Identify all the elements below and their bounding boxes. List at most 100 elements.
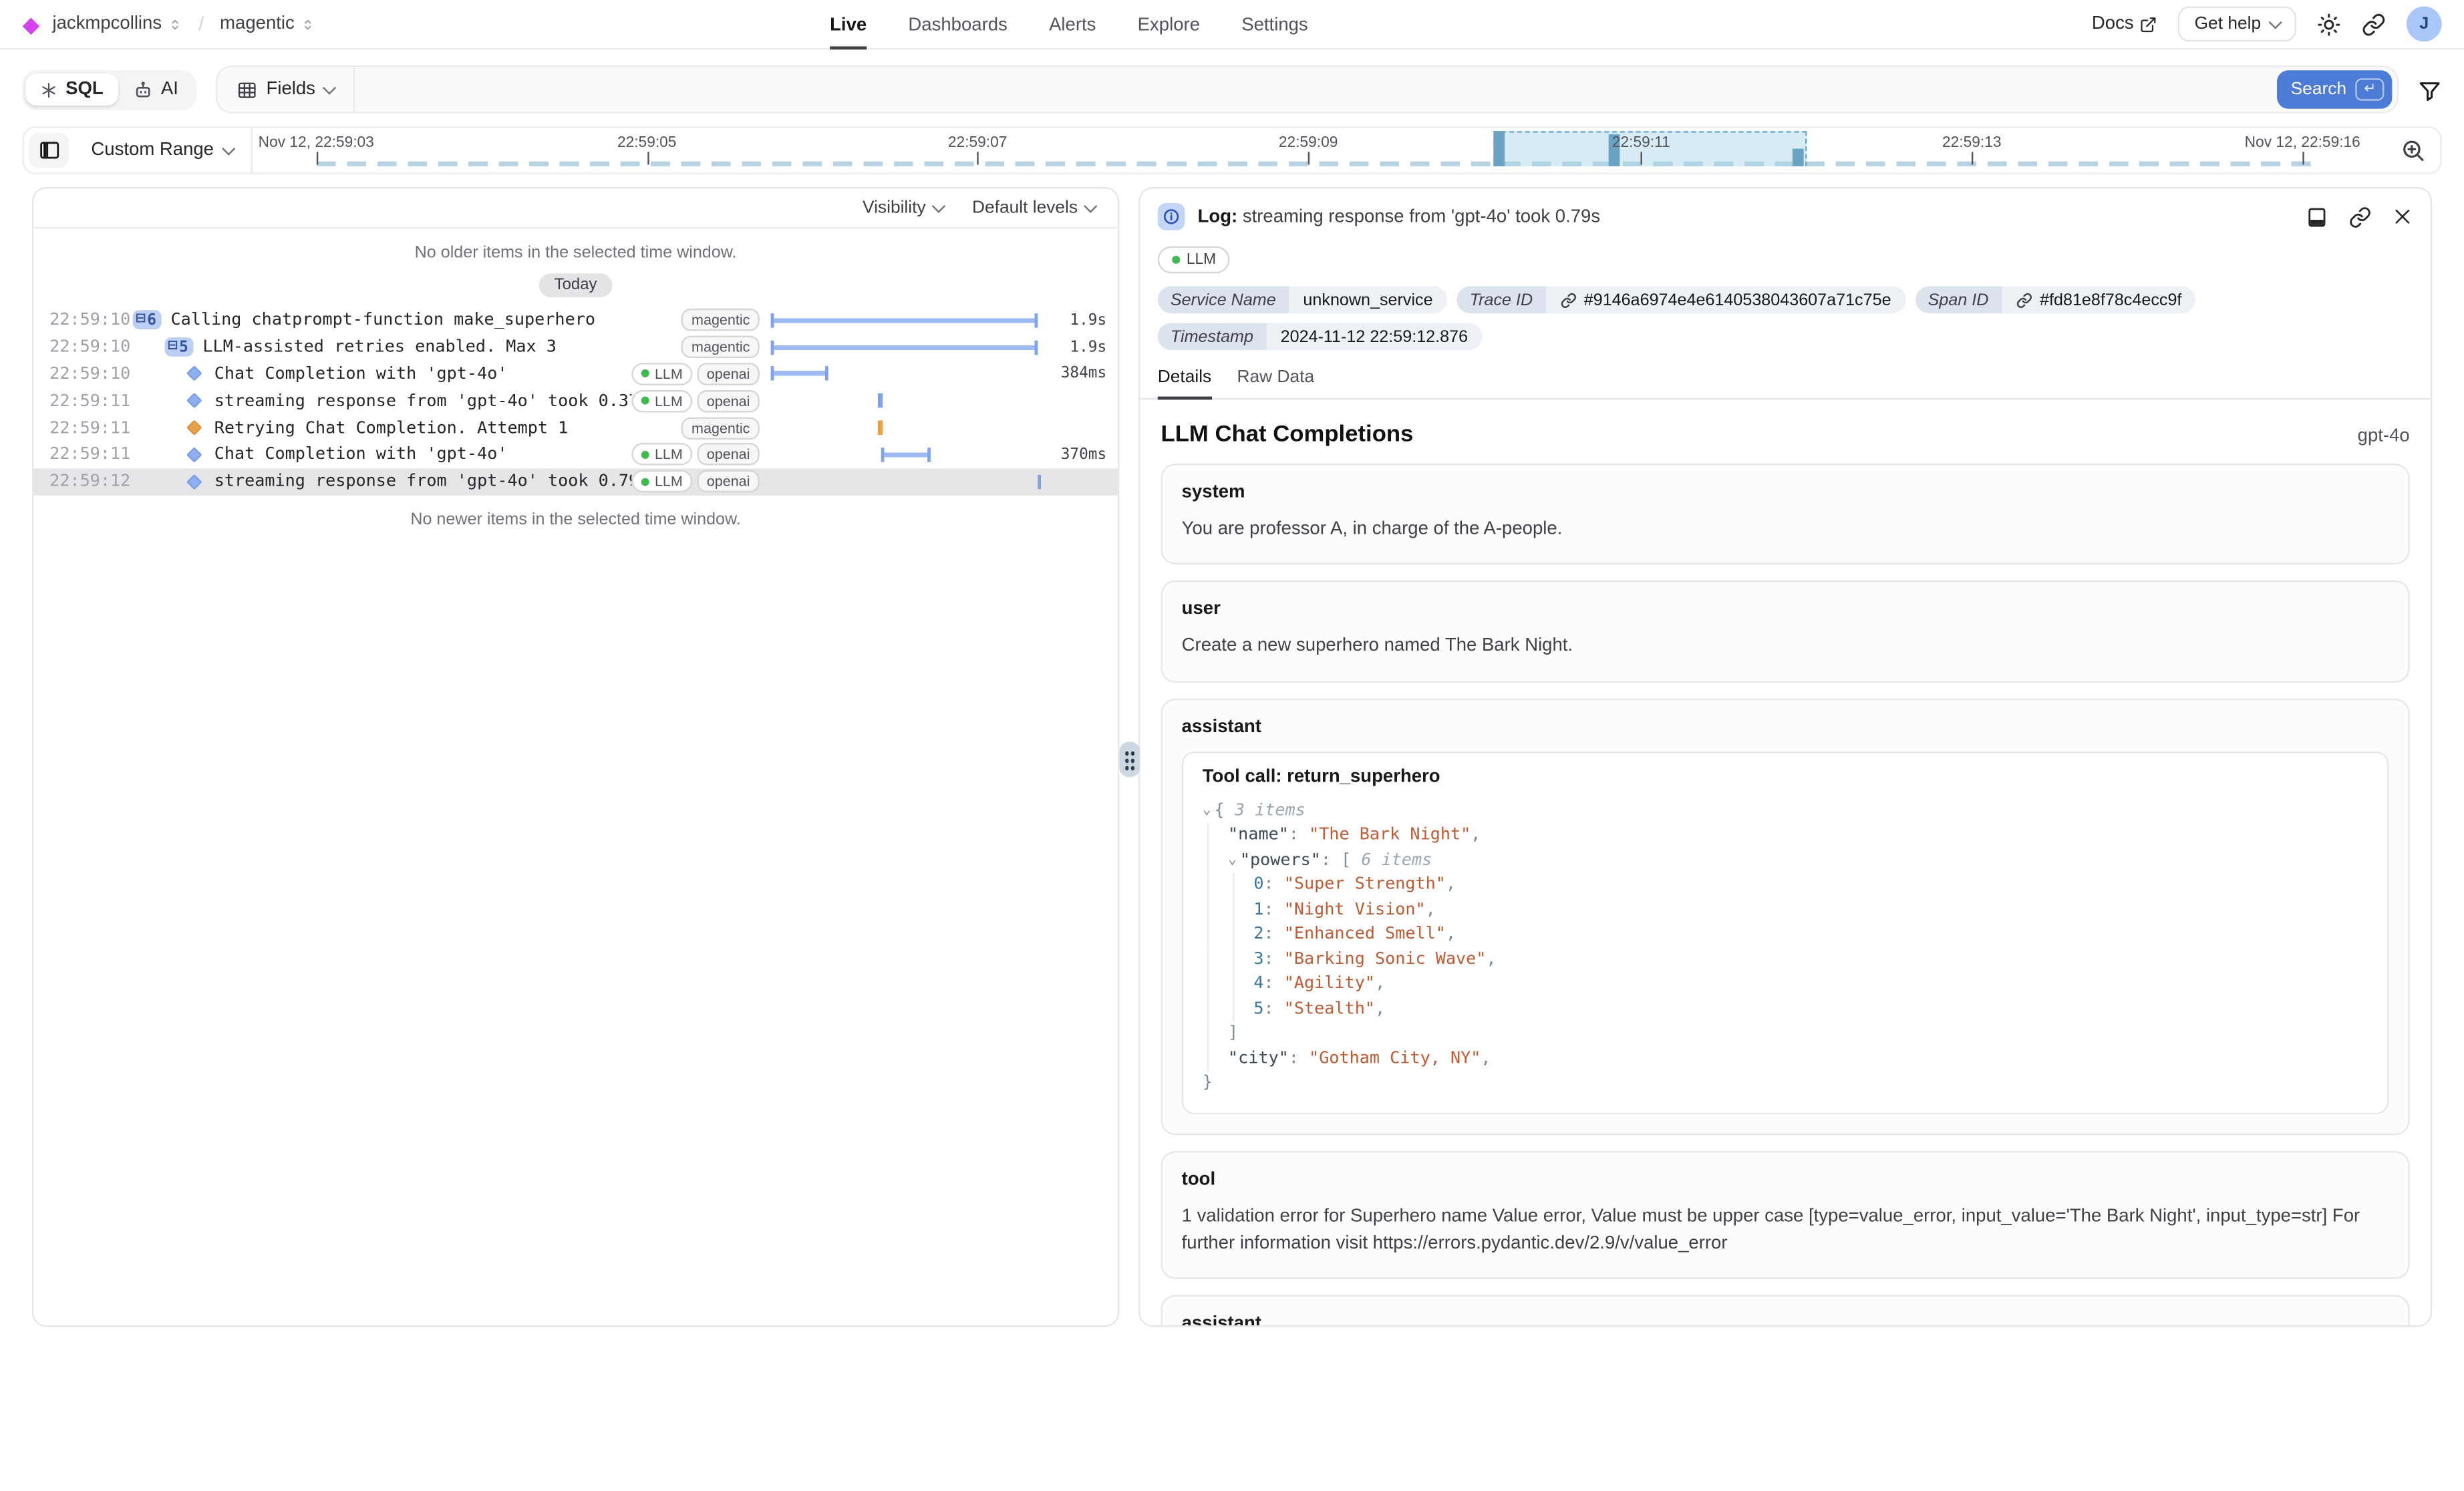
detail-title: Log: streaming response from 'gpt-4o' to… bbox=[1198, 207, 1601, 226]
message-card-system: system You are professor A, in charge of… bbox=[1161, 464, 2410, 564]
collapse-caret-icon[interactable]: ⌄ bbox=[1203, 798, 1211, 823]
log-row[interactable]: 22:59:12 streaming response from 'gpt-4o… bbox=[33, 468, 1118, 495]
log-badges: LLMopenai bbox=[632, 389, 759, 412]
detail-header: Log: streaming response from 'gpt-4o' to… bbox=[1140, 188, 2430, 238]
detail-tabs: Details Raw Data bbox=[1140, 367, 2430, 399]
collapse-group-badge[interactable]: ⊟5 bbox=[165, 337, 194, 357]
nav-tab-explore[interactable]: Explore bbox=[1138, 0, 1200, 49]
detail-title-prefix: Log: bbox=[1198, 207, 1238, 226]
log-message: Chat Completion with 'gpt-4o' bbox=[214, 445, 508, 464]
theme-toggle-button[interactable] bbox=[2317, 12, 2341, 36]
indent-guide bbox=[1207, 1046, 1228, 1071]
log-row[interactable]: 22:59:10 ⊟5 LLM-assisted retries enabled… bbox=[33, 334, 1118, 361]
field-label: Span ID bbox=[1915, 286, 2001, 313]
message-text: 1 validation error for Superhero name Va… bbox=[1182, 1203, 2389, 1259]
green-dot-icon bbox=[642, 397, 650, 405]
attribute-badge: magentic bbox=[682, 336, 760, 359]
log-row[interactable]: 22:59:10 Chat Completion with 'gpt-4o' L… bbox=[33, 361, 1118, 387]
log-row[interactable]: 22:59:11 Retrying Chat Completion. Attem… bbox=[33, 414, 1118, 441]
log-row[interactable]: 22:59:10 ⊟6 Calling chatprompt-function … bbox=[33, 307, 1118, 334]
default-levels-label: Default levels bbox=[972, 198, 1078, 218]
span-duration: 1.9s bbox=[1046, 339, 1106, 356]
copy-link-button[interactable] bbox=[2349, 206, 2372, 228]
indent-guide bbox=[1207, 873, 1228, 898]
json-tree: ⌄{ 3 items"name": "The Bark Night",⌄"pow… bbox=[1203, 798, 2368, 1096]
timeline-histogram-bar bbox=[1494, 131, 1505, 166]
funnel-icon bbox=[2418, 77, 2442, 102]
breadcrumb: ◆ jackmpcollins / magentic bbox=[23, 13, 315, 35]
indent-guide bbox=[1233, 873, 1253, 898]
log-row[interactable]: 22:59:11 Chat Completion with 'gpt-4o' L… bbox=[33, 442, 1118, 468]
message-role: tool bbox=[1182, 1170, 2389, 1189]
json-line: ⌄"powers": [ 6 items bbox=[1203, 848, 2368, 873]
json-line: ⌄{ 3 items bbox=[1203, 798, 2368, 823]
field-label: Trace ID bbox=[1457, 286, 1546, 313]
close-panel-button[interactable] bbox=[2392, 206, 2413, 227]
log-row[interactable]: 22:59:11 streaming response from 'gpt-4o… bbox=[33, 387, 1118, 414]
sql-mode-button[interactable]: SQL bbox=[25, 73, 118, 106]
message-card-assistant: assistant Tool call: return_superhero ⌄{… bbox=[1161, 698, 2410, 1134]
get-help-label: Get help bbox=[2195, 15, 2262, 34]
collapse-caret-icon[interactable]: ⌄ bbox=[1228, 848, 1237, 873]
time-range-label: Custom Range bbox=[91, 141, 214, 160]
updown-icon bbox=[168, 15, 183, 33]
query-shell: Fields Search ↵ bbox=[215, 65, 2399, 114]
field-value: #fd81e8f78c4ecc9f bbox=[2002, 286, 2196, 313]
get-help-button[interactable]: Get help bbox=[2179, 7, 2296, 42]
field-pill-service-name[interactable]: Service Name unknown_service bbox=[1158, 286, 1447, 313]
nav-tab-settings[interactable]: Settings bbox=[1241, 0, 1307, 49]
field-pill-trace-id[interactable]: Trace ID #9146a6974e4e6140538043607a71c7… bbox=[1457, 286, 1906, 313]
span-instant-tick bbox=[1038, 474, 1042, 489]
ai-mode-button[interactable]: AI bbox=[118, 73, 192, 106]
zoom-in-button[interactable] bbox=[2386, 128, 2440, 172]
message-text: Create a new superhero named The Bark Ni… bbox=[1182, 633, 2389, 661]
panel-resize-handle[interactable] bbox=[1119, 741, 1140, 777]
detail-tab-raw-data[interactable]: Raw Data bbox=[1237, 367, 1315, 399]
org-selector[interactable]: jackmpcollins bbox=[52, 15, 182, 34]
message-role: assistant bbox=[1182, 1314, 2389, 1325]
link-icon bbox=[2349, 206, 2372, 228]
fields-button[interactable]: Fields bbox=[216, 67, 355, 112]
share-link-button[interactable] bbox=[2362, 12, 2386, 36]
docs-link[interactable]: Docs bbox=[2092, 15, 2158, 34]
llm-badge: LLM bbox=[1158, 246, 1231, 274]
indent-guide bbox=[1233, 997, 1253, 1021]
query-input[interactable] bbox=[355, 67, 2276, 112]
chevron-down-icon bbox=[2269, 15, 2282, 28]
json-line: 1: "Night Vision", bbox=[1203, 898, 2368, 923]
green-dot-icon bbox=[642, 478, 650, 486]
nav-tab-dashboards[interactable]: Dashboards bbox=[908, 0, 1007, 49]
span-diamond-icon bbox=[186, 447, 202, 463]
json-line: ] bbox=[1203, 1021, 2368, 1046]
nav-tab-alerts[interactable]: Alerts bbox=[1049, 0, 1096, 49]
timeline-track[interactable]: Nov 12, 22:59:03 22:59:05 22:59:07 22:59… bbox=[252, 128, 2385, 172]
main-nav-tabs: Live Dashboards Alerts Explore Settings bbox=[830, 0, 1308, 49]
link-icon bbox=[2362, 12, 2386, 36]
search-label: Search bbox=[2291, 80, 2346, 100]
avatar[interactable]: J bbox=[2407, 7, 2442, 42]
detail-tab-details[interactable]: Details bbox=[1158, 367, 1211, 399]
visibility-dropdown[interactable]: Visibility bbox=[863, 198, 943, 218]
timeline-tick bbox=[316, 152, 317, 164]
timeline-tick bbox=[647, 152, 648, 164]
dataset-selector[interactable]: magentic bbox=[220, 15, 315, 34]
section-header: LLM Chat Completions gpt-4o bbox=[1161, 422, 2410, 448]
info-icon bbox=[1158, 203, 1185, 230]
nav-tab-live[interactable]: Live bbox=[830, 0, 867, 49]
collapse-group-badge[interactable]: ⊟6 bbox=[133, 311, 162, 330]
default-levels-dropdown[interactable]: Default levels bbox=[972, 198, 1095, 218]
field-pill-timestamp[interactable]: Timestamp 2024-11-12 22:59:12.876 bbox=[1158, 323, 1483, 350]
span-duration-bar bbox=[771, 367, 828, 381]
time-range-bar: Custom Range Nov 12, 22:59:03 22:59:05 2… bbox=[23, 126, 2442, 174]
time-range-selector[interactable]: Custom Range bbox=[73, 128, 251, 172]
search-button[interactable]: Search ↵ bbox=[2276, 70, 2392, 108]
timeline-tick bbox=[1308, 152, 1310, 164]
sidebar-toggle-button[interactable] bbox=[29, 133, 69, 168]
log-timestamp: 22:59:10 bbox=[49, 337, 132, 357]
timeline-tick-label: 22:59:07 bbox=[948, 134, 1008, 152]
filter-button[interactable] bbox=[2418, 77, 2442, 102]
panel-bottom-icon bbox=[2306, 206, 2328, 228]
dock-panel-button[interactable] bbox=[2306, 206, 2328, 228]
field-pill-span-id[interactable]: Span ID #fd81e8f78c4ecc9f bbox=[1915, 286, 2196, 313]
dataset-name: magentic bbox=[220, 15, 295, 34]
